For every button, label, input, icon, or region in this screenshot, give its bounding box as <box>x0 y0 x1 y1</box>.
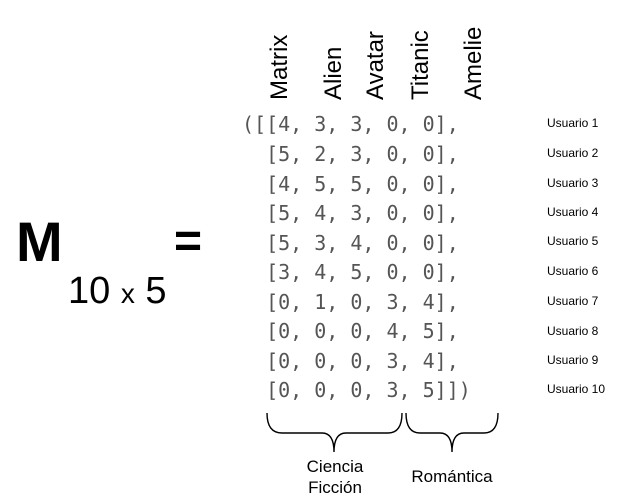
group-label-scifi-line2: Ficción <box>308 478 362 497</box>
group-label-scifi: Ciencia Ficción <box>290 456 380 498</box>
group-braces <box>266 412 499 453</box>
group-label-scifi-line1: Ciencia <box>306 457 364 476</box>
brace-romance <box>405 412 499 453</box>
brace-scifi <box>266 412 403 453</box>
group-label-romance: Romántica <box>411 467 493 486</box>
